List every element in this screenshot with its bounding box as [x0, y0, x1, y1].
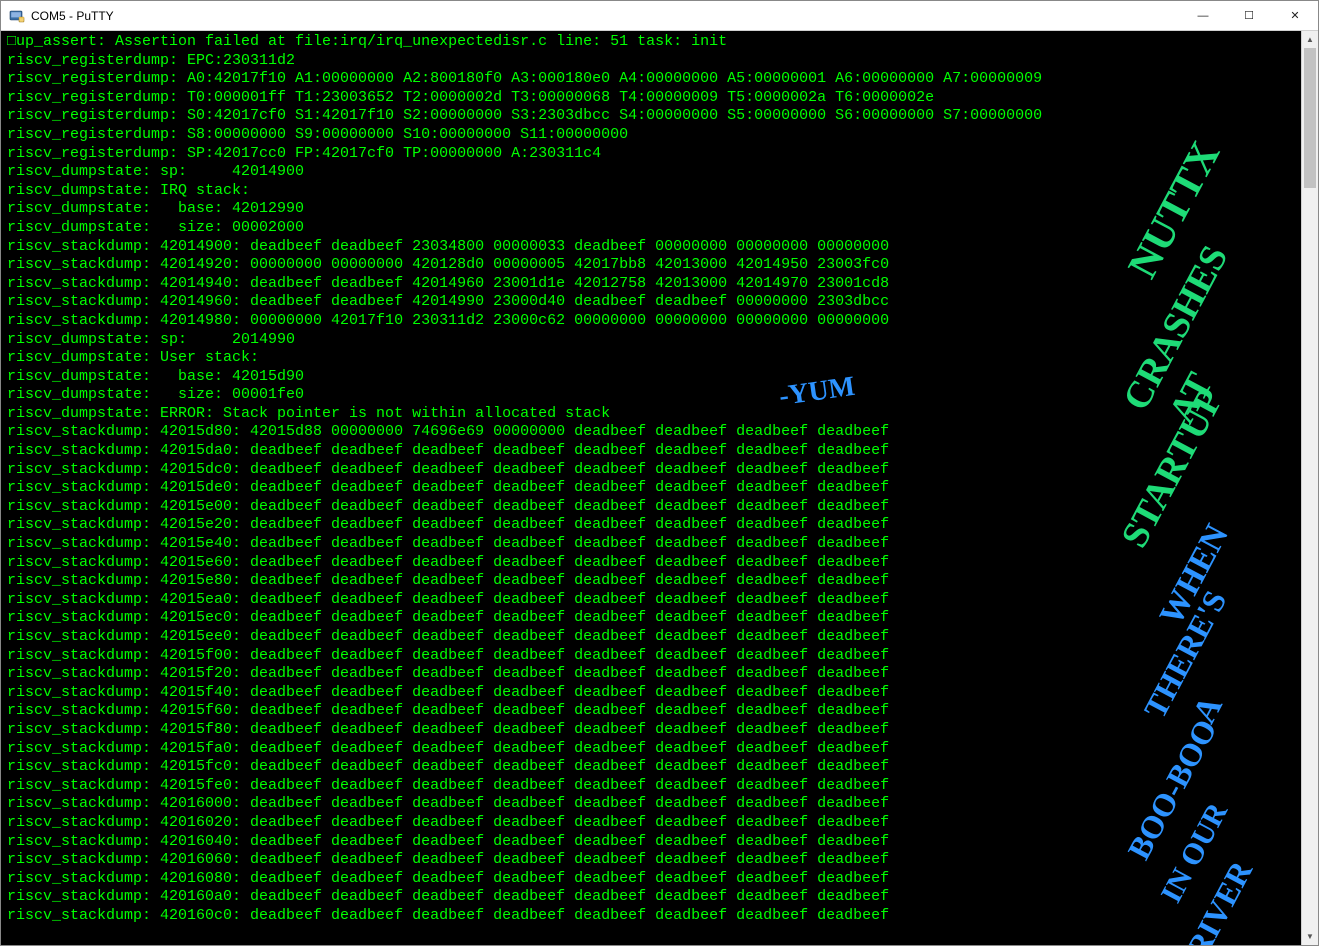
terminal-line: riscv_dumpstate: size: 00002000 [7, 219, 1301, 238]
putty-icon [9, 8, 25, 24]
terminal-line: riscv_stackdump: 42014920: 00000000 0000… [7, 256, 1301, 275]
terminal-line: riscv_stackdump: 42016000: deadbeef dead… [7, 795, 1301, 814]
terminal-line: riscv_registerdump: S8:00000000 S9:00000… [7, 126, 1301, 145]
terminal-output[interactable]: □up_assert: Assertion failed at file:irq… [1, 31, 1301, 945]
terminal-line: riscv_stackdump: 42015ea0: deadbeef dead… [7, 591, 1301, 610]
terminal-line: riscv_stackdump: 42015e20: deadbeef dead… [7, 516, 1301, 535]
terminal-line: riscv_stackdump: 42015f60: deadbeef dead… [7, 702, 1301, 721]
terminal-line: riscv_stackdump: 42016040: deadbeef dead… [7, 833, 1301, 852]
terminal-line: riscv_stackdump: 42015ee0: deadbeef dead… [7, 628, 1301, 647]
terminal-line: riscv_stackdump: 42015e00: deadbeef dead… [7, 498, 1301, 517]
terminal-line: riscv_registerdump: T0:000001ff T1:23003… [7, 89, 1301, 108]
scroll-up-button[interactable]: ▲ [1302, 31, 1318, 48]
terminal-line: riscv_stackdump: 42015d80: 42015d88 0000… [7, 423, 1301, 442]
terminal-line: riscv_stackdump: 42015ec0: deadbeef dead… [7, 609, 1301, 628]
scroll-down-button[interactable]: ▼ [1302, 928, 1318, 945]
terminal-line: riscv_stackdump: 42014980: 00000000 4201… [7, 312, 1301, 331]
window-title: COM5 - PuTTY [31, 9, 1180, 23]
maximize-button[interactable]: ☐ [1226, 1, 1272, 30]
terminal-line: □up_assert: Assertion failed at file:irq… [7, 33, 1301, 52]
terminal-line: riscv_stackdump: 420160a0: deadbeef dead… [7, 888, 1301, 907]
terminal-line: riscv_dumpstate: base: 42012990 [7, 200, 1301, 219]
terminal-line: riscv_stackdump: 42015fa0: deadbeef dead… [7, 740, 1301, 759]
putty-window: COM5 - PuTTY — ☐ ✕ □up_assert: Assertion… [0, 0, 1319, 946]
terminal-line: riscv_dumpstate: User stack: [7, 349, 1301, 368]
vertical-scrollbar[interactable]: ▲ ▼ [1301, 31, 1318, 945]
terminal-line: riscv_stackdump: 42014960: deadbeef dead… [7, 293, 1301, 312]
terminal-line: riscv_registerdump: EPC:230311d2 [7, 52, 1301, 71]
terminal-line: riscv_stackdump: 42014940: deadbeef dead… [7, 275, 1301, 294]
terminal-line: riscv_dumpstate: size: 00001fe0 [7, 386, 1301, 405]
title-bar[interactable]: COM5 - PuTTY — ☐ ✕ [1, 1, 1318, 31]
terminal-line: riscv_dumpstate: IRQ stack: [7, 182, 1301, 201]
terminal-line: riscv_registerdump: A0:42017f10 A1:00000… [7, 70, 1301, 89]
scroll-track[interactable] [1302, 48, 1318, 928]
terminal-line: riscv_stackdump: 42015f80: deadbeef dead… [7, 721, 1301, 740]
terminal-line: riscv_dumpstate: sp: 42014900 [7, 163, 1301, 182]
terminal-line: riscv_stackdump: 42016020: deadbeef dead… [7, 814, 1301, 833]
terminal-line: riscv_dumpstate: ERROR: Stack pointer is… [7, 405, 1301, 424]
terminal-line: riscv_stackdump: 42016060: deadbeef dead… [7, 851, 1301, 870]
terminal-line: riscv_stackdump: 42016080: deadbeef dead… [7, 870, 1301, 889]
terminal-line: riscv_stackdump: 42015f00: deadbeef dead… [7, 647, 1301, 666]
terminal-line: riscv_stackdump: 42015f40: deadbeef dead… [7, 684, 1301, 703]
terminal-line: riscv_stackdump: 42014900: deadbeef dead… [7, 238, 1301, 257]
terminal-line: riscv_registerdump: S0:42017cf0 S1:42017… [7, 107, 1301, 126]
terminal-line: riscv_stackdump: 42015e40: deadbeef dead… [7, 535, 1301, 554]
scroll-thumb[interactable] [1304, 48, 1316, 188]
terminal-line: riscv_stackdump: 42015de0: deadbeef dead… [7, 479, 1301, 498]
terminal-line: riscv_stackdump: 42015dc0: deadbeef dead… [7, 461, 1301, 480]
terminal-line: riscv_stackdump: 42015fc0: deadbeef dead… [7, 758, 1301, 777]
close-button[interactable]: ✕ [1272, 1, 1318, 30]
terminal-line: riscv_dumpstate: base: 42015d90 [7, 368, 1301, 387]
client-area: □up_assert: Assertion failed at file:irq… [1, 31, 1318, 945]
terminal-line: riscv_stackdump: 42015e60: deadbeef dead… [7, 554, 1301, 573]
terminal-line: riscv_stackdump: 42015da0: deadbeef dead… [7, 442, 1301, 461]
window-controls: — ☐ ✕ [1180, 1, 1318, 30]
terminal-line: riscv_registerdump: SP:42017cc0 FP:42017… [7, 145, 1301, 164]
minimize-button[interactable]: — [1180, 1, 1226, 30]
terminal-line: riscv_dumpstate: sp: 2014990 [7, 331, 1301, 350]
terminal-line: riscv_stackdump: 42015fe0: deadbeef dead… [7, 777, 1301, 796]
terminal-line: riscv_stackdump: 420160c0: deadbeef dead… [7, 907, 1301, 926]
terminal-line: riscv_stackdump: 42015e80: deadbeef dead… [7, 572, 1301, 591]
terminal-line: riscv_stackdump: 42015f20: deadbeef dead… [7, 665, 1301, 684]
